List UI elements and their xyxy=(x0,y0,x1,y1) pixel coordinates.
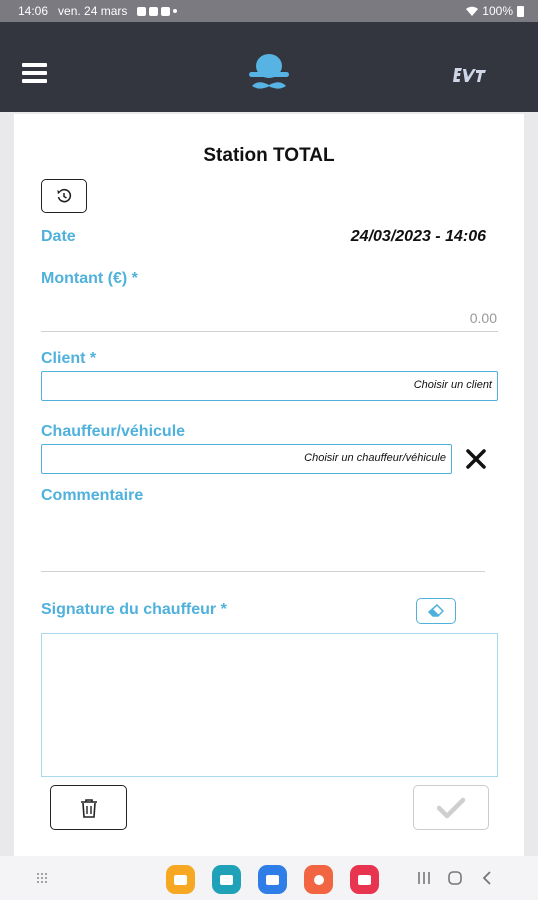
confirm-button[interactable] xyxy=(413,785,489,830)
app-dock xyxy=(166,865,379,894)
checkmark-icon xyxy=(437,797,465,818)
back-icon[interactable] xyxy=(478,869,496,887)
client-placeholder: Choisir un client xyxy=(413,379,492,391)
amount-underline xyxy=(41,331,498,332)
eraser-icon xyxy=(428,604,444,617)
client-label: Client * xyxy=(41,350,97,367)
status-time: 14:06 xyxy=(18,4,49,18)
battery-icon xyxy=(517,5,524,17)
page-title: Station TOTAL xyxy=(203,145,335,166)
driver-placeholder: Choisir un chauffeur/véhicule xyxy=(304,452,446,464)
notification-icon xyxy=(161,6,171,16)
brand-logo-icon xyxy=(453,68,486,82)
signature-label: Signature du chauffeur * xyxy=(41,601,227,618)
bowler-hat-mustache-logo xyxy=(249,54,289,89)
calendar-app-icon[interactable] xyxy=(212,865,241,894)
close-icon[interactable] xyxy=(464,447,488,471)
screen-recorder-app-icon[interactable] xyxy=(350,865,379,894)
more-notifications-icon xyxy=(173,9,178,13)
comment-label: Commentaire xyxy=(41,487,144,504)
app-header xyxy=(0,22,538,112)
notification-icons xyxy=(137,6,178,16)
comment-input[interactable] xyxy=(41,571,485,572)
signature-pad[interactable] xyxy=(41,633,498,777)
battery-level: 100% xyxy=(482,4,513,18)
amount-input[interactable]: 0.00 xyxy=(470,310,497,326)
eraser-button[interactable] xyxy=(416,598,456,624)
recent-apps-icon[interactable] xyxy=(415,869,433,887)
hamburger-icon[interactable] xyxy=(22,63,47,83)
date-label: Date xyxy=(41,228,76,245)
notification-icon xyxy=(149,6,159,16)
status-date: ven. 24 mars xyxy=(58,4,128,18)
history-button[interactable] xyxy=(41,179,87,213)
history-icon xyxy=(57,188,72,203)
home-icon[interactable] xyxy=(446,869,464,887)
status-bar: 14:06 ven. 24 mars 100% xyxy=(0,0,538,22)
driver-label: Chauffeur/véhicule xyxy=(41,423,186,440)
amount-label: Montant (€) * xyxy=(41,270,138,287)
trash-icon xyxy=(80,798,97,818)
notification-icon xyxy=(137,6,147,16)
delete-signature-button[interactable] xyxy=(50,785,127,830)
files-app-icon[interactable] xyxy=(166,865,195,894)
messages-app-icon[interactable] xyxy=(258,865,287,894)
date-value: 24/03/2023 - 14:06 xyxy=(350,228,486,245)
driver-select[interactable]: Choisir un chauffeur/véhicule xyxy=(41,444,452,474)
app-drawer-icon[interactable] xyxy=(36,872,48,884)
wifi-icon xyxy=(466,6,479,16)
client-select[interactable]: Choisir un client xyxy=(41,371,498,401)
system-nav-bar xyxy=(0,856,538,900)
contacts-app-icon[interactable] xyxy=(304,865,333,894)
